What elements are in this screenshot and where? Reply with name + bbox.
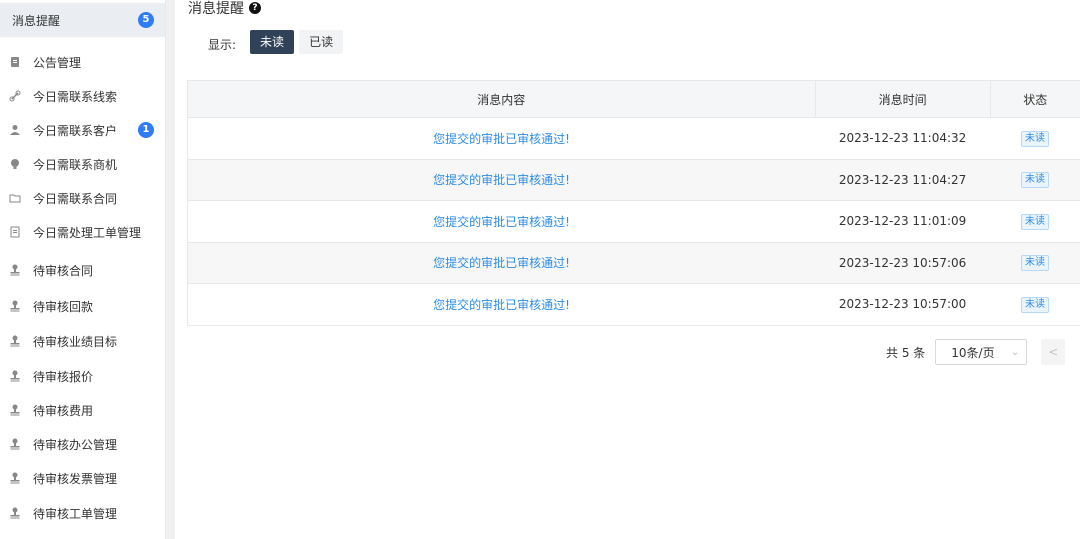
sidebar-item-label: 待审核业绩目标 xyxy=(33,334,118,349)
chevron-left-icon: < xyxy=(1048,345,1059,359)
sidebar-item-label: 待审核报价 xyxy=(33,369,94,384)
read-filter: 显示: 未读 已读 xyxy=(208,30,344,54)
filter-unread-button[interactable]: 未读 xyxy=(250,30,295,54)
bulb-icon xyxy=(8,157,22,171)
status-badge: 未读 xyxy=(1021,213,1050,230)
table-header-row: 消息内容 消息时间 状态 xyxy=(187,80,1080,118)
table-row: 您提交的审批已审核通过! 2023-12-23 10:57:00 未读 xyxy=(187,283,1080,326)
message-table: 消息内容 消息时间 状态 您提交的审批已审核通过! 2023-12-23 11:… xyxy=(187,80,1080,326)
column-header-time[interactable]: 消息时间 xyxy=(814,80,991,118)
pagination-total: 共 5 条 xyxy=(886,345,926,360)
message-link[interactable]: 您提交的审批已审核通过! xyxy=(433,215,570,229)
page-title: 消息提醒 ? xyxy=(188,0,261,18)
sidebar-item-pending-office[interactable]: 待审核办公管理 xyxy=(0,427,165,461)
stamp-icon xyxy=(8,263,22,277)
filter-label: 显示: xyxy=(208,37,237,52)
table-row: 您提交的审批已审核通过! 2023-12-23 11:04:32 未读 xyxy=(187,117,1080,160)
sidebar-item-today-contracts[interactable]: 今日需联系合同 xyxy=(0,181,165,215)
sidebar-item-label: 待审核工单管理 xyxy=(33,506,118,521)
sidebar-item-label: 今日需联系商机 xyxy=(33,157,118,172)
pagination: 共 5 条 10条/页 ⌄ < xyxy=(886,339,1066,365)
sidebar-item-label: 今日需处理工单管理 xyxy=(33,225,142,240)
status-badge: 未读 xyxy=(1021,296,1050,313)
sidebar-item-label: 公告管理 xyxy=(33,55,82,70)
stamp-icon xyxy=(8,437,22,451)
sidebar-item-pending-contracts[interactable]: 待审核合同 xyxy=(0,253,165,287)
sidebar-item-message-reminder[interactable]: 消息提醒 5 xyxy=(0,3,165,37)
message-link[interactable]: 您提交的审批已审核通过! xyxy=(433,132,570,146)
message-time: 2023-12-23 10:57:00 xyxy=(815,283,991,326)
sidebar-item-pending-work-orders[interactable]: 待审核工单管理 xyxy=(0,496,165,530)
document-icon xyxy=(8,225,22,239)
sidebar-item-pending-payments[interactable]: 待审核回款 xyxy=(0,289,165,323)
stamp-icon xyxy=(8,334,22,348)
column-header-content[interactable]: 消息内容 xyxy=(187,80,816,118)
chevron-down-icon: ⌄ xyxy=(1010,346,1020,358)
sidebar-item-pending-quotes[interactable]: 待审核报价 xyxy=(0,359,165,393)
column-header-status[interactable]: 状态 xyxy=(989,80,1080,118)
sidebar-item-notice-management[interactable]: 公告管理 xyxy=(0,45,165,79)
sidebar-item-label: 待审核回款 xyxy=(33,299,94,314)
page-title-text: 消息提醒 xyxy=(188,1,244,17)
customer-count-badge: 1 xyxy=(138,122,154,138)
stamp-icon xyxy=(8,506,22,520)
table-row: 您提交的审批已审核通过! 2023-12-23 11:01:09 未读 xyxy=(187,200,1080,243)
sidebar-item-label: 待审核办公管理 xyxy=(33,437,118,452)
page-size-value: 10条/页 xyxy=(951,345,995,360)
sidebar-item-label: 消息提醒 xyxy=(12,13,61,28)
notice-icon xyxy=(8,55,22,69)
unread-count-badge: 5 xyxy=(138,12,154,28)
message-link[interactable]: 您提交的审批已审核通过! xyxy=(433,298,570,312)
status-badge: 未读 xyxy=(1021,130,1050,147)
prev-page-button[interactable]: < xyxy=(1041,339,1066,365)
status-badge: 未读 xyxy=(1021,172,1050,189)
stamp-icon xyxy=(8,403,22,417)
stamp-icon xyxy=(8,471,22,485)
sidebar: 消息提醒 5 公告管理 今日需联系线索 今日需联系客户 1 今日需联系商机 今日… xyxy=(0,0,165,539)
message-link[interactable]: 您提交的审批已审核通过! xyxy=(433,256,570,270)
sidebar-item-today-work-orders[interactable]: 今日需处理工单管理 xyxy=(0,215,165,249)
sidebar-item-pending-targets[interactable]: 待审核业绩目标 xyxy=(0,324,165,358)
status-badge: 未读 xyxy=(1021,255,1050,272)
folder-icon xyxy=(8,191,22,205)
sidebar-item-today-customers[interactable]: 今日需联系客户 1 xyxy=(0,113,165,147)
message-time: 2023-12-23 11:04:27 xyxy=(815,159,991,201)
sidebar-item-label: 今日需联系合同 xyxy=(33,191,118,206)
sidebar-item-pending-expenses[interactable]: 待审核费用 xyxy=(0,393,165,427)
sidebar-item-label: 待审核发票管理 xyxy=(33,471,118,486)
main-panel: 消息提醒 ? 显示: 未读 已读 消息内容 消息时间 状态 您提交的审批已审核通… xyxy=(175,0,1080,539)
sidebar-item-pending-invoices[interactable]: 待审核发票管理 xyxy=(0,461,165,495)
table-row: 您提交的审批已审核通过! 2023-12-23 10:57:06 未读 xyxy=(187,242,1080,284)
message-time: 2023-12-23 10:57:06 xyxy=(815,242,991,284)
message-time: 2023-12-23 11:01:09 xyxy=(815,200,991,243)
sidebar-item-label: 今日需联系客户 xyxy=(33,123,118,138)
stamp-icon xyxy=(8,299,22,313)
filter-read-button[interactable]: 已读 xyxy=(299,30,344,54)
sidebar-item-today-opportunities[interactable]: 今日需联系商机 xyxy=(0,147,165,181)
table-row: 您提交的审批已审核通过! 2023-12-23 11:04:27 未读 xyxy=(187,159,1080,201)
sidebar-item-label: 待审核费用 xyxy=(33,403,94,418)
question-icon[interactable]: ? xyxy=(249,2,261,14)
person-icon xyxy=(8,123,22,137)
sidebar-scrollbar[interactable] xyxy=(165,0,175,539)
stamp-icon xyxy=(8,369,22,383)
sidebar-item-label: 待审核合同 xyxy=(33,263,94,278)
page-size-select[interactable]: 10条/页 ⌄ xyxy=(935,339,1028,365)
link-icon xyxy=(8,89,22,103)
sidebar-item-label: 今日需联系线索 xyxy=(33,89,118,104)
sidebar-item-today-leads[interactable]: 今日需联系线索 xyxy=(0,79,165,113)
message-time: 2023-12-23 11:04:32 xyxy=(815,117,991,160)
message-link[interactable]: 您提交的审批已审核通过! xyxy=(433,173,570,187)
